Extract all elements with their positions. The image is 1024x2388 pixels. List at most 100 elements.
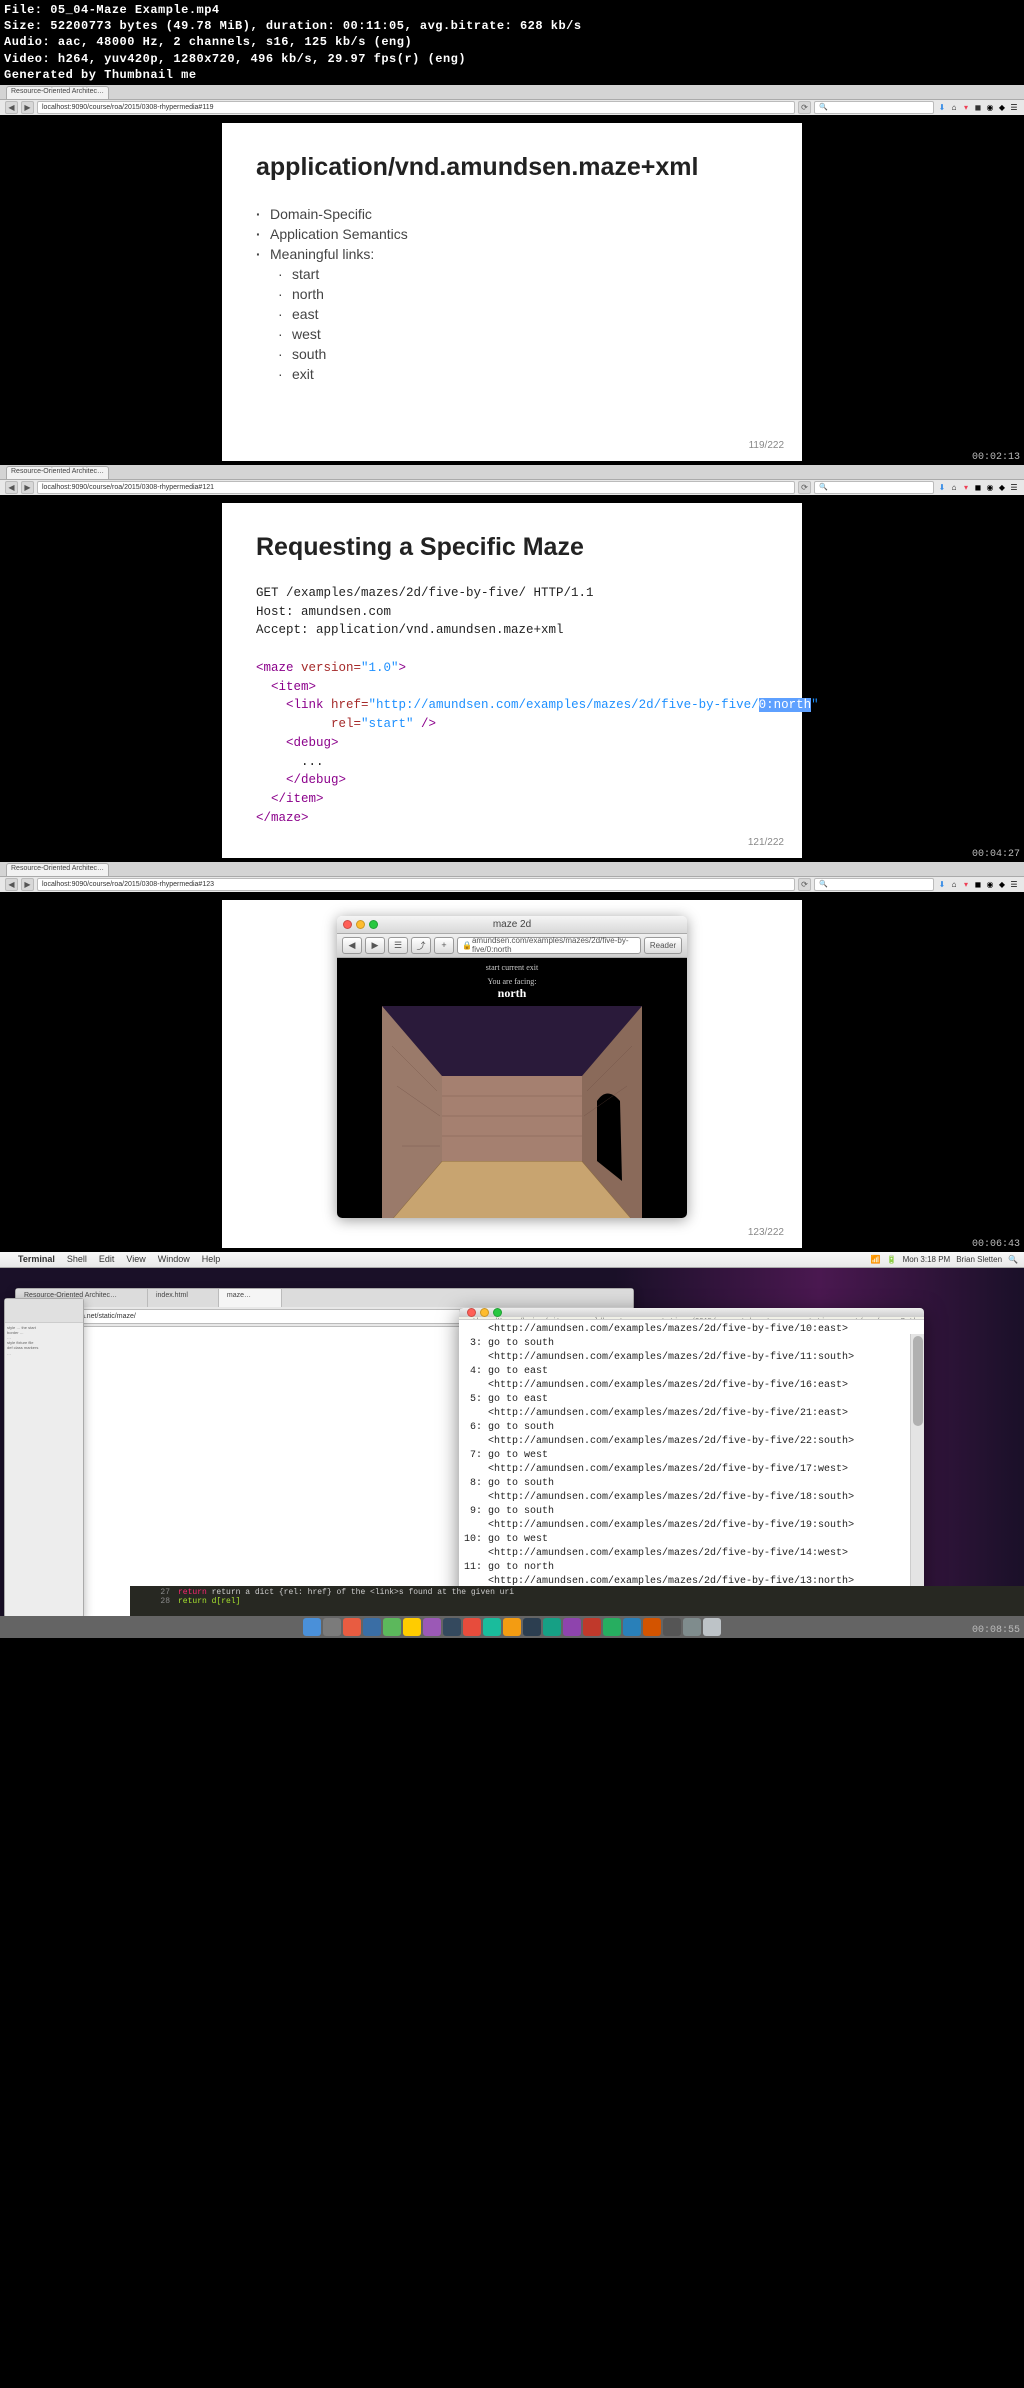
home-icon[interactable]: ⌂ [949, 482, 959, 492]
dock-app-icon[interactable] [623, 1618, 641, 1636]
dock-app-icon[interactable] [663, 1618, 681, 1636]
dock-app-icon[interactable] [523, 1618, 541, 1636]
menu-icon[interactable]: ☰ [1009, 482, 1019, 492]
terminal-window[interactable]: python /Users/brian/git-personal/bosatsu… [459, 1308, 924, 1616]
menu-item[interactable]: Shell [67, 1254, 87, 1264]
dock-app-icon[interactable] [643, 1618, 661, 1636]
forward-button[interactable]: ▶ [21, 878, 34, 891]
side-editor-content: style … the startborder ……style fixture … [5, 1323, 83, 1358]
back-button[interactable]: ◀ [5, 878, 18, 891]
ext1-icon[interactable]: ◉ [985, 102, 995, 112]
dock-app-icon[interactable] [443, 1618, 461, 1636]
dock-app-icon[interactable] [303, 1618, 321, 1636]
ext2-icon[interactable]: ◆ [997, 482, 1007, 492]
url-bar[interactable]: localhost:9090/course/roa/2015/0308-rhyp… [37, 101, 795, 114]
zoom-icon[interactable] [493, 1308, 502, 1317]
dock-app-icon[interactable] [583, 1618, 601, 1636]
ff-tab[interactable]: index.html [148, 1289, 219, 1307]
menu-item[interactable]: Edit [99, 1254, 115, 1264]
facing-label: You are facing: [488, 972, 537, 986]
ext1-icon[interactable]: ◉ [985, 879, 995, 889]
slide1-sub: exit [256, 364, 768, 384]
http-request: GET /examples/mazes/2d/five-by-five/ HTT… [256, 584, 768, 828]
browser-tab[interactable]: Resource-Oriented Architec… [6, 86, 109, 99]
browser-tab[interactable]: Resource-Oriented Architec… [6, 863, 109, 876]
search-box[interactable]: 🔍 [814, 878, 934, 891]
menu-icon[interactable]: ☰ [1009, 102, 1019, 112]
scrollbar[interactable] [910, 1334, 924, 1616]
nav-bar: ◀ ▶ localhost:9090/course/roa/2015/0308-… [0, 100, 1024, 115]
url-bar[interactable]: localhost:9090/course/roa/2015/0308-rhyp… [37, 481, 795, 494]
back-button[interactable]: ◀ [342, 937, 362, 954]
video-metadata-overlay: File: 05_04-Maze Example.mp4 Size: 52200… [0, 0, 1024, 85]
back-button[interactable]: ◀ [5, 101, 18, 114]
dock-app-icon[interactable] [383, 1618, 401, 1636]
reload-button[interactable]: ⟳ [798, 878, 811, 891]
download-icon[interactable]: ⬇ [937, 102, 947, 112]
clock[interactable]: Mon 3:18 PM [903, 1255, 951, 1264]
forward-button[interactable]: ▶ [21, 101, 34, 114]
code-editor-strip[interactable]: 27return return a dict {rel: href} of th… [130, 1586, 1024, 1616]
scroll-thumb[interactable] [913, 1336, 923, 1426]
menu-icon[interactable]: ☰ [1009, 879, 1019, 889]
pocket-icon[interactable]: ▾ [961, 482, 971, 492]
menu-item[interactable]: Window [158, 1254, 190, 1264]
forward-button[interactable]: ▶ [365, 937, 385, 954]
dock-app-icon[interactable] [403, 1618, 421, 1636]
user-name[interactable]: Brian Sletten [956, 1255, 1002, 1264]
dock-app-icon[interactable] [503, 1618, 521, 1636]
forward-button[interactable]: ▶ [21, 481, 34, 494]
back-button[interactable]: ◀ [5, 481, 18, 494]
reload-button[interactable]: ⟳ [798, 481, 811, 494]
menu-item[interactable]: View [126, 1254, 145, 1264]
ext2-icon[interactable]: ◆ [997, 879, 1007, 889]
home-icon[interactable]: ⌂ [949, 879, 959, 889]
slide1-item: Meaningful links: [256, 244, 768, 264]
dock-app-icon[interactable] [463, 1618, 481, 1636]
search-box[interactable]: 🔍 [814, 481, 934, 494]
dock-app-icon[interactable] [423, 1618, 441, 1636]
dock-trash-icon[interactable] [703, 1618, 721, 1636]
wifi-icon[interactable]: 📶 [871, 1255, 881, 1264]
ff-tab[interactable]: maze… [219, 1289, 282, 1307]
safari-url[interactable]: 🔒 amundsen.com/examples/mazes/2d/five-by… [457, 937, 641, 954]
battery-icon[interactable]: 🔋 [887, 1255, 897, 1264]
dock-app-icon[interactable] [483, 1618, 501, 1636]
dock-app-icon[interactable] [323, 1618, 341, 1636]
ff-url[interactable]: zepheira.net/static/maze/ [53, 1309, 466, 1324]
search-box[interactable]: 🔍 [814, 101, 934, 114]
pocket-icon[interactable]: ▾ [961, 102, 971, 112]
pocket-icon[interactable]: ▾ [961, 879, 971, 889]
nav-button[interactable]: ☰ [388, 937, 408, 954]
dock-app-icon[interactable] [363, 1618, 381, 1636]
meta-video: Video: h264, yuv420p, 1280x720, 496 kb/s… [4, 51, 1020, 67]
dock-app-icon[interactable] [683, 1618, 701, 1636]
dock-app-icon[interactable] [563, 1618, 581, 1636]
close-icon[interactable] [467, 1308, 476, 1317]
dock-app-icon[interactable] [543, 1618, 561, 1636]
pin-icon[interactable]: ◼ [973, 879, 983, 889]
ext2-icon[interactable]: ◆ [997, 102, 1007, 112]
url-bar[interactable]: localhost:9090/course/roa/2015/0308-rhyp… [37, 878, 795, 891]
maze-links[interactable]: start current exit [486, 958, 538, 972]
reload-button[interactable]: ⟳ [798, 101, 811, 114]
add-button[interactable]: + [434, 937, 454, 954]
pin-icon[interactable]: ◼ [973, 482, 983, 492]
spotlight-icon[interactable]: 🔍 [1008, 1255, 1018, 1264]
reader-button[interactable]: Reader [644, 937, 682, 954]
download-icon[interactable]: ⬇ [937, 482, 947, 492]
dock-app-icon[interactable] [343, 1618, 361, 1636]
download-icon[interactable]: ⬇ [937, 879, 947, 889]
terminal-output[interactable]: <http://amundsen.com/examples/mazes/2d/f… [459, 1320, 924, 1616]
ext1-icon[interactable]: ◉ [985, 482, 995, 492]
dock-app-icon[interactable] [603, 1618, 621, 1636]
menu-app[interactable]: Terminal [18, 1254, 55, 1264]
share-icon[interactable]: ⤴ [411, 937, 431, 954]
pin-icon[interactable]: ◼ [973, 102, 983, 112]
maze-content: start current exit You are facing: north [337, 958, 687, 1218]
menu-item[interactable]: Help [202, 1254, 221, 1264]
minimize-icon[interactable] [480, 1308, 489, 1317]
home-icon[interactable]: ⌂ [949, 102, 959, 112]
side-editor-window[interactable]: style … the startborder ……style fixture … [4, 1298, 84, 1616]
browser-tab[interactable]: Resource-Oriented Architec… [6, 466, 109, 479]
